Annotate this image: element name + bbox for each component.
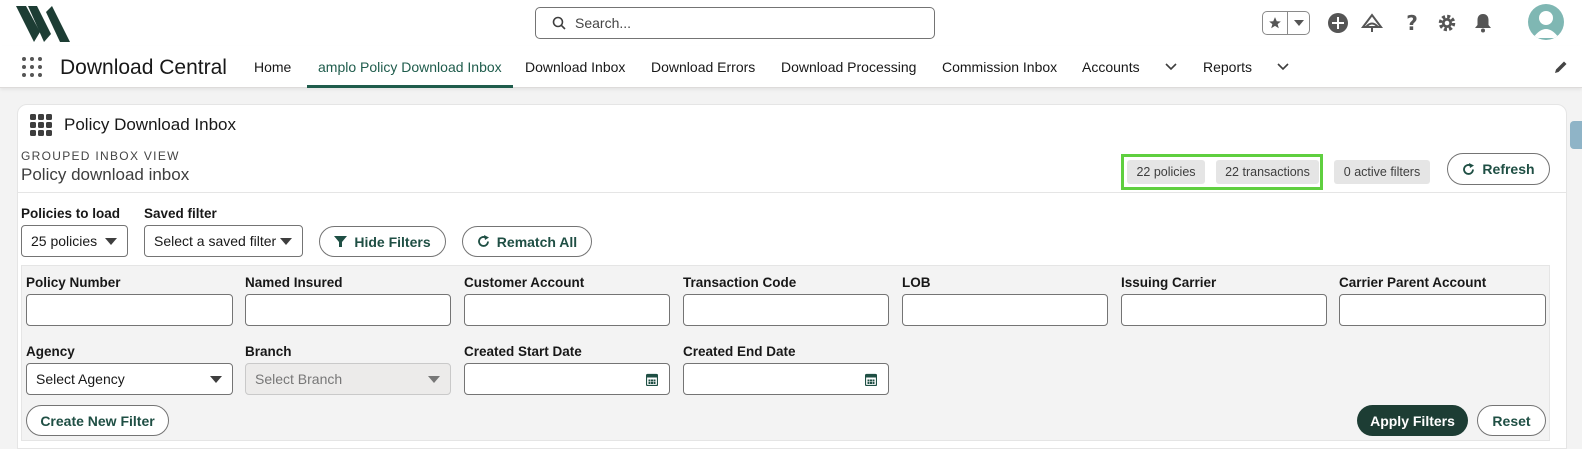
named-insured-label: Named Insured <box>245 275 343 290</box>
tab-home[interactable]: Home <box>254 46 291 88</box>
avatar-icon[interactable] <box>1528 4 1564 40</box>
reset-button[interactable]: Reset <box>1477 405 1546 436</box>
view-subtitle: Policy download inbox <box>21 165 190 184</box>
help-icon[interactable]: ? <box>1399 10 1425 36</box>
global-search-input[interactable]: Search... <box>535 7 935 39</box>
calendar-icon[interactable] <box>865 373 877 386</box>
favorites-group <box>1262 11 1310 35</box>
rematch-all-button[interactable]: Rematch All <box>462 226 592 257</box>
transactions-count-badge: 22 transactions <box>1216 160 1319 184</box>
tab-commission-inbox[interactable]: Commission Inbox <box>942 46 1057 88</box>
policies-count-badge: 22 policies <box>1127 160 1205 184</box>
agency-label: Agency <box>26 344 75 359</box>
policies-to-load-select[interactable]: 25 policies <box>21 225 128 257</box>
policy-number-input[interactable] <box>26 294 233 326</box>
transaction-code-input[interactable] <box>683 294 889 326</box>
card-title: Policy Download Inbox <box>64 115 236 134</box>
created-start-date-label: Created Start Date <box>464 344 582 359</box>
favorites-dropdown-icon[interactable] <box>1288 12 1309 34</box>
star-icon[interactable] <box>1263 12 1289 34</box>
app-launcher-icon[interactable] <box>22 57 42 77</box>
plus-icon[interactable] <box>1325 10 1351 36</box>
filter-icon <box>334 236 348 247</box>
search-icon <box>552 16 566 30</box>
caret-down-icon <box>105 238 117 245</box>
tab-download-inbox[interactable]: Download Inbox <box>525 46 625 88</box>
app-name: Download Central <box>60 56 227 79</box>
caret-down-icon <box>210 376 222 383</box>
app-grid-icon <box>30 114 52 136</box>
hide-filters-button[interactable]: Hide Filters <box>319 226 446 257</box>
transaction-code-label: Transaction Code <box>683 275 797 290</box>
calendar-icon[interactable] <box>646 373 658 386</box>
policy-number-label: Policy Number <box>26 275 121 290</box>
search-placeholder: Search... <box>575 15 632 31</box>
carrier-parent-account-input[interactable] <box>1339 294 1546 326</box>
company-logo[interactable] <box>16 4 70 42</box>
side-panel-toggle[interactable] <box>1570 121 1582 149</box>
issuing-carrier-input[interactable] <box>1121 294 1327 326</box>
active-filters-badge: 0 active filters <box>1334 160 1430 184</box>
branch-select: Select Branch <box>245 363 451 395</box>
chevron-down-icon[interactable] <box>1275 59 1291 75</box>
caret-down-icon <box>428 376 440 383</box>
issuing-carrier-label: Issuing Carrier <box>1121 275 1217 290</box>
customer-account-input[interactable] <box>464 294 670 326</box>
created-end-date-label: Created End Date <box>683 344 796 359</box>
tab-download-errors[interactable]: Download Errors <box>651 46 755 88</box>
app-nav-bar: Download Central Home amplo Policy Downl… <box>0 46 1582 88</box>
edit-nav-icon[interactable] <box>1553 59 1569 75</box>
tab-reports[interactable]: Reports <box>1203 46 1252 88</box>
bell-icon[interactable] <box>1470 10 1496 36</box>
customer-account-label: Customer Account <box>464 275 585 290</box>
view-eyebrow: GROUPED INBOX VIEW <box>21 149 180 163</box>
tab-accounts[interactable]: Accounts <box>1082 46 1140 88</box>
created-start-date-input[interactable] <box>464 363 670 395</box>
branch-label: Branch <box>245 344 292 359</box>
refresh-icon <box>477 235 489 247</box>
named-insured-input[interactable] <box>245 294 451 326</box>
chevron-down-icon[interactable] <box>1163 59 1179 75</box>
tab-download-processing[interactable]: Download Processing <box>781 46 916 88</box>
global-header: Search... ? <box>0 0 1582 46</box>
lob-label: LOB <box>902 275 931 290</box>
carrier-parent-account-label: Carrier Parent Account <box>1339 275 1487 290</box>
saved-filter-select[interactable]: Select a saved filter <box>144 225 303 257</box>
header-divider <box>17 192 1567 193</box>
agency-select[interactable]: Select Agency <box>26 363 233 395</box>
refresh-icon <box>1463 162 1475 175</box>
refresh-button[interactable]: Refresh <box>1447 153 1550 185</box>
apply-filters-button[interactable]: Apply Filters <box>1357 405 1468 436</box>
tab-amplo-policy-download-inbox[interactable]: amplo Policy Download Inbox <box>307 46 513 88</box>
caret-down-icon <box>280 238 292 245</box>
saved-filter-label: Saved filter <box>144 206 217 221</box>
trailhead-icon[interactable] <box>1359 10 1385 36</box>
gear-icon[interactable] <box>1434 10 1460 36</box>
policies-to-load-label: Policies to load <box>21 206 121 221</box>
create-new-filter-button[interactable]: Create New Filter <box>26 405 169 436</box>
lob-input[interactable] <box>902 294 1108 326</box>
created-end-date-input[interactable] <box>683 363 889 395</box>
